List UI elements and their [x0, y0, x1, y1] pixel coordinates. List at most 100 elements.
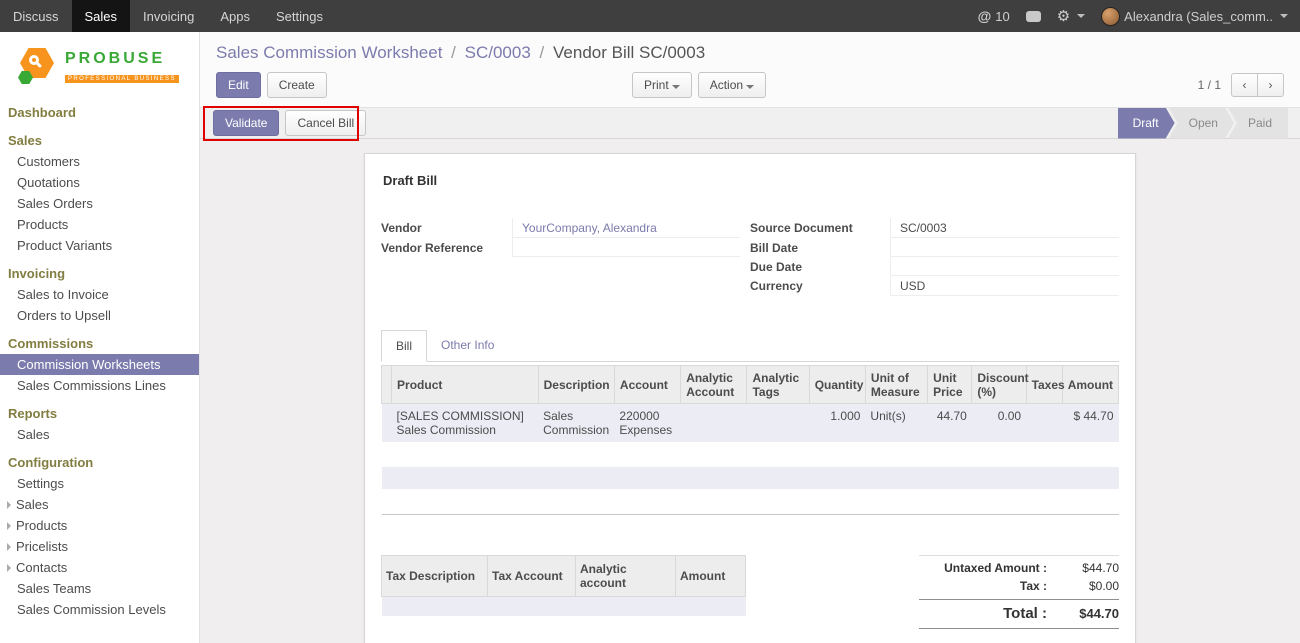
expand-arrow-icon [7, 501, 11, 509]
sidebar-item-config-settings[interactable]: Settings [0, 473, 199, 494]
chevron-down-icon [672, 85, 680, 89]
cell-taxes [1026, 404, 1062, 443]
sidebar-item-sales-commissions-lines[interactable]: Sales Commissions Lines [0, 375, 199, 396]
breadcrumb-worksheets-link[interactable]: Sales Commission Worksheet [216, 43, 442, 62]
magnifier-icon [29, 55, 39, 65]
sidebar-section-sales[interactable]: Sales [0, 130, 199, 151]
cell-unit-price: 44.70 [928, 404, 972, 443]
menu-invoicing[interactable]: Invoicing [130, 0, 207, 32]
sidebar-item-config-contacts[interactable]: Contacts [0, 557, 199, 578]
sidebar-section-invoicing[interactable]: Invoicing [0, 263, 199, 284]
sidebar-item-reports-sales[interactable]: Sales [0, 424, 199, 445]
sidebar-item-orders-to-upsell[interactable]: Orders to Upsell [0, 305, 199, 326]
sidebar-item-sales-to-invoice[interactable]: Sales to Invoice [0, 284, 199, 305]
probuse-logo-graphic [18, 48, 58, 84]
cancel-bill-button[interactable]: Cancel Bill [285, 110, 366, 136]
tab-other-info[interactable]: Other Info [427, 330, 508, 362]
sidebar-item-config-products[interactable]: Products [0, 515, 199, 536]
source-document-label: Source Document [750, 218, 890, 238]
sidebar-section-configuration[interactable]: Configuration [0, 452, 199, 473]
expand-arrow-icon [7, 522, 11, 530]
control-panel-buttons: Edit Create Print Action 1 / 1 ‹ › [216, 72, 1300, 98]
logo-text: PROBUSE [65, 50, 179, 68]
sidebar-item-sales-teams[interactable]: Sales Teams [0, 578, 199, 599]
debug-menu[interactable]: ⚙ [1057, 7, 1085, 25]
activity-indicator[interactable]: @ 10 [978, 8, 1010, 24]
bill-date-label: Bill Date [750, 238, 890, 257]
col-product: Product [392, 366, 539, 404]
tab-bill[interactable]: Bill [381, 330, 427, 362]
side-actions: Print Action [632, 72, 766, 98]
user-menu[interactable]: Alexandra (Sales_comm.. [1101, 7, 1288, 26]
col-quantity: Quantity [809, 366, 865, 404]
empty-row [382, 489, 1119, 514]
field-groups: Vendor YourCompany, Alexandra Vendor Ref… [381, 218, 1119, 296]
edit-button[interactable]: Edit [216, 72, 261, 98]
menu-discuss[interactable]: Discuss [0, 0, 72, 32]
sidebar-item-sales-orders[interactable]: Sales Orders [0, 193, 199, 214]
sidebar-section-reports[interactable]: Reports [0, 403, 199, 424]
expand-arrow-icon [7, 564, 11, 572]
due-date-label: Due Date [750, 257, 890, 276]
untaxed-amount-value: $44.70 [1059, 561, 1119, 575]
sidebar-item-quotations[interactable]: Quotations [0, 172, 199, 193]
bill-date-value [890, 238, 1119, 257]
cell-discount: 0.00 [972, 404, 1026, 443]
validate-button[interactable]: Validate [213, 110, 279, 136]
gear-icon: ⚙ [1057, 7, 1070, 25]
cell-uom: Unit(s) [865, 404, 927, 443]
activity-count: 10 [995, 9, 1009, 24]
state-draft[interactable]: Draft [1118, 108, 1175, 139]
state-open[interactable]: Open [1169, 108, 1234, 139]
pager: 1 / 1 ‹ › [1198, 73, 1284, 97]
col-description: Description [538, 366, 614, 404]
messages-icon[interactable] [1026, 11, 1041, 22]
pager-next-button[interactable]: › [1257, 73, 1284, 97]
bill-line-row[interactable]: [SALES COMMISSION] Sales Commission Sale… [382, 404, 1119, 443]
action-dropdown-button[interactable]: Action [698, 72, 766, 98]
col-amount: Amount [1062, 366, 1118, 404]
create-button[interactable]: Create [267, 72, 327, 98]
control-panel: Sales Commission Worksheet / SC/0003 / V… [200, 32, 1300, 107]
col-uom: Unit of Measure [865, 366, 927, 404]
tax-and-totals: Tax Description Tax Account Analytic acc… [381, 555, 1119, 643]
vendor-reference-value [512, 238, 740, 257]
cell-analytic-tags [747, 404, 809, 443]
sidebar-item-config-pricelists[interactable]: Pricelists [0, 536, 199, 557]
currency-value: USD [890, 276, 1119, 296]
breadcrumb-current: Vendor Bill SC/0003 [553, 43, 705, 62]
vendor-value[interactable]: YourCompany, Alexandra [512, 218, 740, 238]
col-tax-account: Tax Account [488, 555, 576, 596]
menu-sales[interactable]: Sales [72, 0, 131, 32]
print-dropdown-button[interactable]: Print [632, 72, 692, 98]
at-icon: @ [978, 8, 992, 24]
vendor-reference-label: Vendor Reference [381, 238, 512, 257]
totals-block: Untaxed Amount : $44.70 Tax : $0.00 Tota… [919, 555, 1119, 643]
sidebar-item-commission-worksheets[interactable]: Commission Worksheets [0, 354, 199, 375]
menu-apps[interactable]: Apps [207, 0, 263, 32]
sidebar-item-products[interactable]: Products [0, 214, 199, 235]
sidebar-section-commissions[interactable]: Commissions [0, 333, 199, 354]
logo-tagline: PROFESSIONAL BUSINESS [65, 75, 179, 83]
probuse-logo: PROBUSE PROFESSIONAL BUSINESS [0, 32, 199, 96]
cell-description: Sales Commission [538, 404, 614, 443]
col-analytic-account: Analytic Account [681, 366, 747, 404]
expand-arrow-icon [7, 543, 11, 551]
sidebar-item-customers[interactable]: Customers [0, 151, 199, 172]
col-tax-amount: Amount [676, 555, 746, 596]
tax-label: Tax : [919, 579, 1059, 593]
sidebar-item-config-sales[interactable]: Sales [0, 494, 199, 515]
content-area: Draft Bill Vendor YourCompany, Alexandra… [200, 139, 1300, 643]
lines-header-row: Product Description Account Analytic Acc… [382, 366, 1119, 404]
pager-prev-button[interactable]: ‹ [1231, 73, 1258, 97]
sidebar-item-sales-commission-levels[interactable]: Sales Commission Levels [0, 599, 199, 620]
sidebar-item-product-variants[interactable]: Product Variants [0, 235, 199, 256]
row-handle-column [382, 366, 392, 404]
col-account: Account [614, 366, 680, 404]
statusbar: Validate Cancel Bill Draft Open Paid [200, 107, 1300, 139]
breadcrumb-record-link[interactable]: SC/0003 [465, 43, 531, 62]
col-tax-analytic-account: Analytic account [576, 555, 676, 596]
menu-settings[interactable]: Settings [263, 0, 336, 32]
sidebar-item-dashboard[interactable]: Dashboard [0, 102, 199, 123]
state-paid[interactable]: Paid [1228, 108, 1288, 139]
